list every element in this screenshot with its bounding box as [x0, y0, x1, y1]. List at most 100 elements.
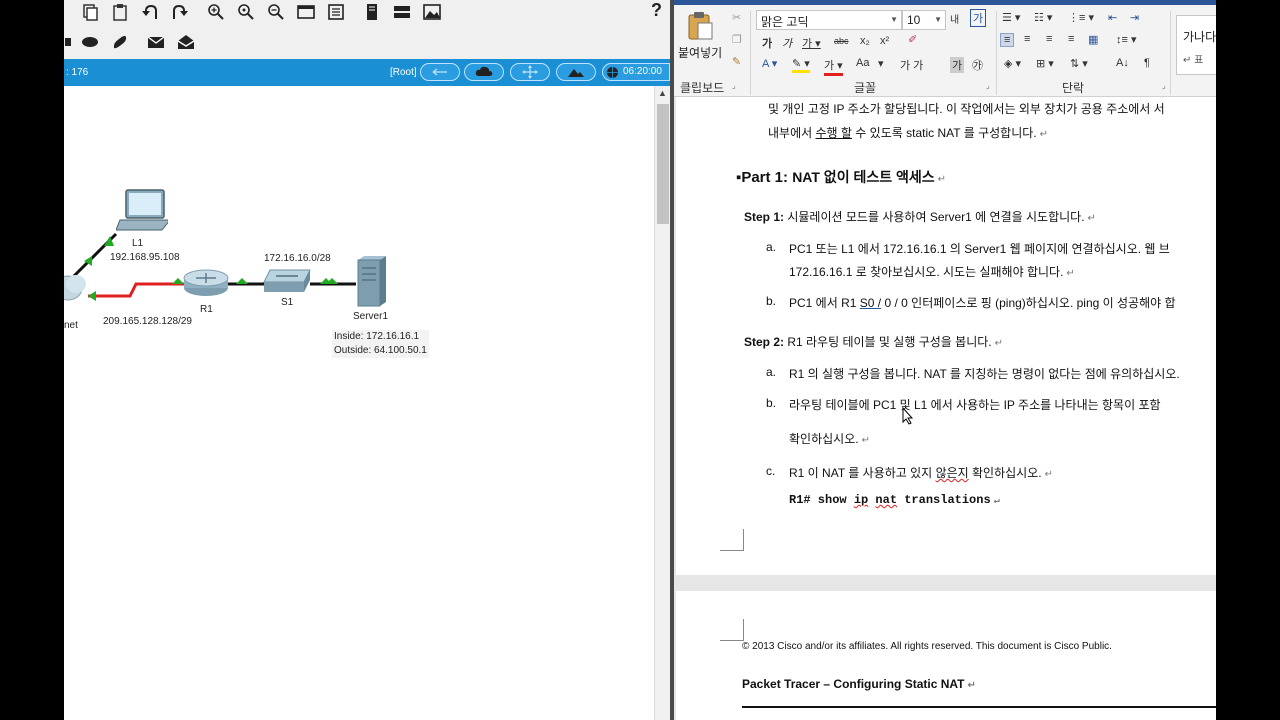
align-right-icon[interactable]: ≡ [1046, 33, 1052, 45]
cluster-icon[interactable] [392, 2, 412, 22]
ellipse-icon[interactable] [80, 32, 100, 52]
server-inside-address: Inside: 172.16.16.1 [334, 331, 420, 342]
superscript-button[interactable]: x² [880, 35, 889, 47]
font-launcher-icon[interactable]: ⌟ [986, 81, 990, 90]
style-gallery[interactable]: 가나다 ↵ 표 [1176, 15, 1216, 75]
phonetic-guide-icon[interactable]: 가 [970, 9, 987, 27]
server-address-note: Inside: 172.16.16.1 Outside: 64.100.50.1 [332, 330, 429, 358]
command-line: R1# show ip nat translations ↵ [789, 493, 1000, 507]
document-page-next[interactable]: © 2013 Cisco and/or its affiliates. All … [676, 591, 1216, 720]
step1b-line: PC1 에서 R1 S0 / 0 / 0 인터페이스로 핑 (ping)하십시오… [789, 296, 1176, 310]
underline-button[interactable]: 가 ▾ [802, 35, 821, 51]
packet-tracer-window: ? : 176 [Root] 06:20:00 L1 192.168.95.10… [64, 0, 670, 720]
freeform-icon[interactable] [110, 32, 130, 52]
grow-shrink-icon[interactable]: 가 가 [900, 57, 923, 73]
numbering-icon[interactable]: ☷ ▾ [1034, 11, 1052, 24]
change-case-dropdown[interactable]: ▾ [878, 57, 884, 70]
drawing-palette-icon[interactable] [296, 2, 316, 22]
cloud-icon[interactable] [64, 270, 94, 306]
paste-icon[interactable] [686, 11, 714, 41]
viewport-icon[interactable] [362, 2, 382, 22]
landscape-nav-button[interactable] [556, 63, 596, 81]
step1b-letter: b. [766, 294, 777, 308]
cut-icon[interactable]: ✂ [732, 11, 741, 24]
help-icon[interactable]: ? [651, 0, 662, 21]
undo-icon[interactable] [140, 2, 160, 22]
step1a-line2: 172.16.16.1 로 찾아보십시오. 시도는 실패해야 합니다. ↵ [789, 265, 1075, 279]
scroll-up-icon[interactable]: ▲ [658, 88, 667, 98]
redo-icon[interactable] [170, 2, 190, 22]
document-page[interactable]: 및 개인 고정 IP 주소가 할당됩니다. 이 작업에서는 외부 장치가 공용 … [676, 97, 1216, 575]
grow-font-icon[interactable]: 내 [950, 11, 959, 26]
add-simple-pdu-icon[interactable] [146, 32, 166, 52]
clipboard-launcher-icon[interactable]: ⌟ [732, 81, 736, 90]
style-preview-name: ↵ 표 [1183, 55, 1204, 66]
paragraph-launcher-icon[interactable]: ⌟ [1162, 81, 1166, 90]
sort-icon[interactable]: A↓ [1116, 57, 1129, 69]
add-complex-pdu-icon[interactable] [176, 32, 196, 52]
copy-icon[interactable]: ❐ [732, 33, 742, 46]
canvas-vertical-scrollbar[interactable]: ▲ [654, 86, 670, 720]
zoom-in-icon[interactable] [206, 2, 226, 22]
move-nav-button[interactable] [510, 63, 550, 81]
group-separator [996, 11, 997, 95]
group-separator [1170, 11, 1171, 95]
status-counter: : 176 [66, 67, 89, 78]
server-outside-address: Outside: 64.100.50.1 [334, 345, 427, 356]
page-margin-corner [720, 529, 744, 551]
font-color-icon[interactable]: 가 ▾ [824, 57, 843, 76]
zoom-reset-icon[interactable] [236, 2, 256, 22]
line-spacing-icon[interactable]: ↕≡ ▾ [1116, 33, 1137, 46]
text-effects-icon[interactable]: A ▾ [762, 57, 777, 70]
router-icon[interactable] [182, 266, 230, 298]
distributed-icon[interactable]: ▦ [1088, 33, 1098, 46]
root-label[interactable]: [Root] [390, 67, 417, 78]
format-painter-icon[interactable]: ✎ [732, 55, 741, 68]
zoom-out-icon[interactable] [266, 2, 286, 22]
ribbon-home: 붙여넣기 ✂ ❐ ✎ 클립보드 ⌟ 맑은 고딕 ▼ 10 ▼ 내 가 가 가 가 ▾… [674, 5, 1216, 97]
multilevel-list-icon[interactable]: ⋮≡ ▾ [1068, 11, 1094, 24]
clock-display: 06:20:00 [602, 63, 670, 81]
laptop-icon[interactable] [116, 188, 168, 234]
switch-icon[interactable] [262, 268, 312, 294]
font-size-select[interactable]: 10 ▼ [902, 10, 946, 30]
bullets-icon[interactable]: ☰ ▾ [1002, 11, 1020, 24]
custom-device-icon[interactable] [326, 2, 346, 22]
part1-heading: ▪Part 1: NAT 없이 테스트 액세스 ↵ [736, 169, 947, 186]
change-case-icon[interactable]: Aa [856, 57, 869, 69]
asian-layout-icon[interactable]: ⇅ ▾ [1070, 57, 1088, 70]
clear-format-icon[interactable]: ✐ [908, 33, 917, 46]
link-internet-router [88, 282, 184, 298]
justify-icon[interactable]: ≡ [1068, 33, 1074, 45]
paste-button-label[interactable]: 붙여넣기 [678, 44, 722, 61]
topology-canvas[interactable]: L1 192.168.95.108 net R1 209.165.128.128… [64, 86, 654, 720]
server-icon[interactable] [354, 256, 390, 308]
copy-icon[interactable] [80, 2, 100, 22]
scroll-thumb[interactable] [657, 104, 669, 224]
shading-icon[interactable]: ◈ ▾ [1004, 57, 1021, 70]
highlight-icon[interactable]: ✎ ▾ [792, 57, 810, 73]
clock-time: 06:20:00 [623, 66, 662, 77]
image-icon[interactable] [422, 2, 442, 22]
step2c-letter: c. [766, 464, 776, 478]
server-label: Server1 [353, 311, 389, 322]
borders-icon[interactable]: ⊞ ▾ [1036, 57, 1054, 70]
style-preview: 가나다 [1183, 30, 1216, 44]
back-nav-button[interactable] [420, 63, 460, 81]
char-shading-icon[interactable]: 가 [950, 57, 965, 73]
strikethrough-button[interactable]: abc [834, 36, 849, 46]
cloud-nav-button[interactable] [464, 63, 504, 81]
show-marks-icon[interactable]: ¶ [1144, 57, 1150, 69]
font-name-select[interactable]: 맑은 고딕 ▼ [756, 10, 902, 30]
paste-icon[interactable] [110, 2, 130, 22]
enclose-char-icon[interactable]: ㉮ [972, 57, 983, 73]
wan-network-label: 209.165.128.128/29 [103, 316, 192, 327]
align-left-icon[interactable]: ≡ [1000, 33, 1015, 47]
decrease-indent-icon[interactable]: ⇤ [1108, 11, 1117, 24]
bold-button[interactable]: 가 [762, 35, 772, 51]
align-center-icon[interactable]: ≡ [1024, 33, 1030, 45]
step2-heading: Step 2: R1 라우팅 테이블 및 실행 구성을 봅니다. ↵ [744, 335, 1004, 349]
increase-indent-icon[interactable]: ⇥ [1130, 11, 1139, 24]
italic-button[interactable]: 가 [782, 35, 792, 51]
subscript-button[interactable]: x₂ [860, 35, 870, 47]
